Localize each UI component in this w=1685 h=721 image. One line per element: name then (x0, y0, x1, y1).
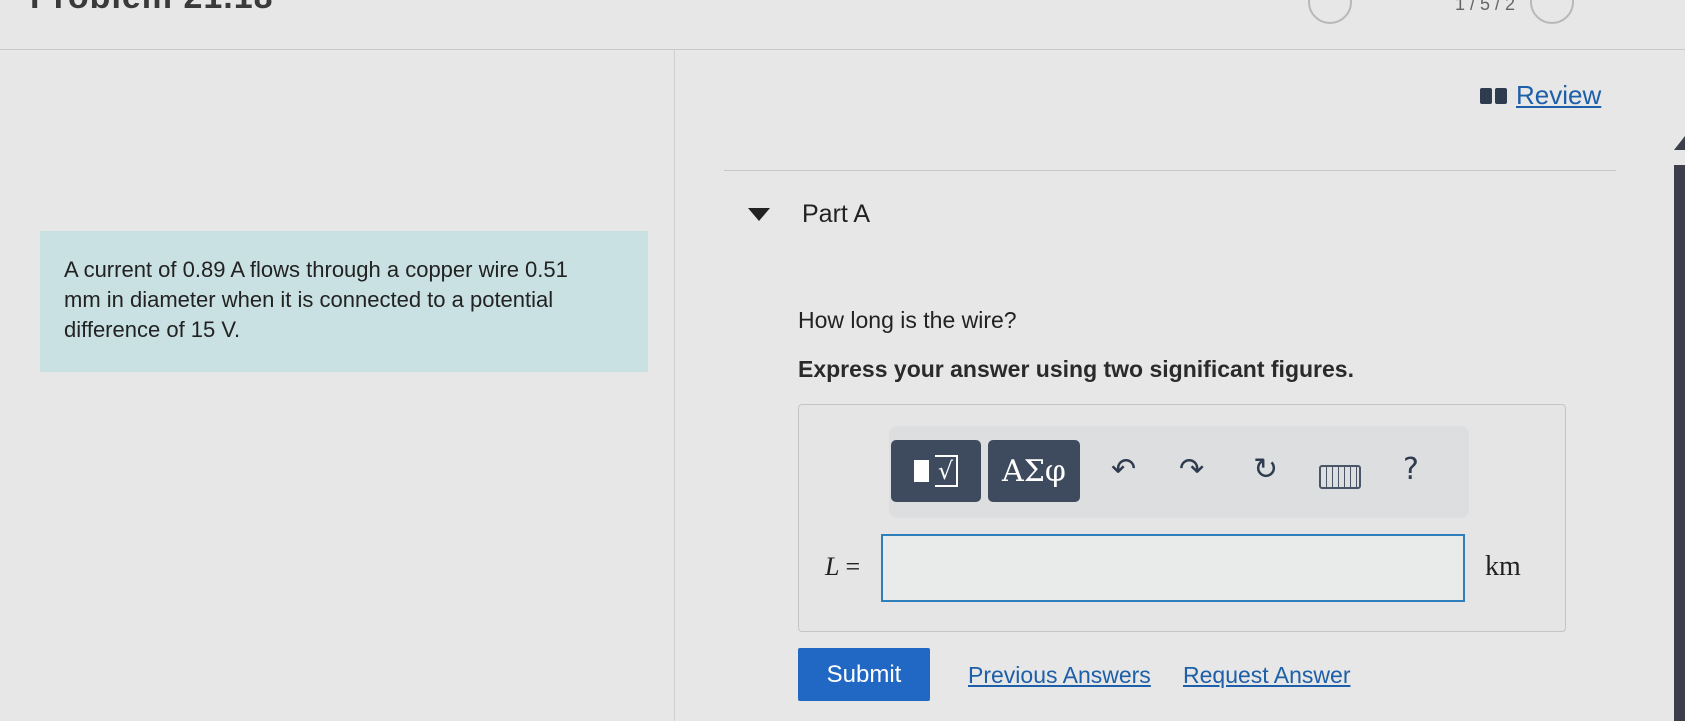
review-label: Review (1516, 80, 1602, 110)
collapse-triangle-icon[interactable] (748, 208, 770, 221)
problem-statement-box: A current of 0.89 A flows through a copp… (40, 231, 648, 372)
undo-icon[interactable]: ↶ (1111, 452, 1136, 488)
math-toolbar: √ ΑΣφ ↶ ↷ ↻ ? (889, 426, 1469, 518)
review-link[interactable]: Review (1480, 80, 1601, 111)
scrollbar-arrow[interactable] (1674, 136, 1685, 150)
variable-name: L (825, 552, 839, 581)
scrollbar[interactable] (1674, 165, 1685, 721)
help-icon[interactable]: ? (1403, 452, 1419, 488)
answer-input[interactable] (881, 534, 1465, 602)
answer-variable-label: L = (825, 552, 860, 582)
radical-icon: √ (934, 455, 959, 487)
submit-button[interactable]: Submit (798, 648, 930, 701)
templates-button[interactable]: √ (891, 440, 981, 502)
keyboard-icon[interactable] (1319, 465, 1361, 489)
redo-icon[interactable]: ↷ (1179, 452, 1204, 488)
part-title: Part A (802, 200, 871, 228)
request-answer-link[interactable]: Request Answer (1183, 662, 1350, 689)
part-a-header[interactable]: Part A (748, 200, 870, 228)
book-icon (1480, 87, 1508, 104)
unit-label: km (1485, 551, 1521, 582)
previous-answers-link[interactable]: Previous Answers (968, 662, 1151, 689)
next-problem-button[interactable] (1530, 0, 1574, 24)
template-block-icon (913, 460, 929, 482)
previous-problem-button[interactable] (1308, 0, 1352, 24)
reset-icon[interactable]: ↻ (1253, 452, 1278, 488)
problem-title: Problem 21.18 (30, 0, 274, 17)
part-divider (724, 170, 1616, 171)
problem-statement: A current of 0.89 A flows through a copp… (64, 257, 568, 342)
question-text: How long is the wire? (798, 307, 1017, 333)
symbols-button[interactable]: ΑΣφ (988, 440, 1080, 502)
top-strip: Problem 21.18 1 / 5 / 2 (0, 0, 1685, 50)
problem-counter: 1 / 5 / 2 (1455, 0, 1516, 14)
instruction-text: Express your answer using two significan… (798, 356, 1354, 382)
equals-sign: = (845, 552, 861, 581)
answer-panel: √ ΑΣφ ↶ ↷ ↻ ? L = km (798, 404, 1566, 632)
header-divider (0, 49, 1685, 50)
column-divider (674, 50, 675, 721)
